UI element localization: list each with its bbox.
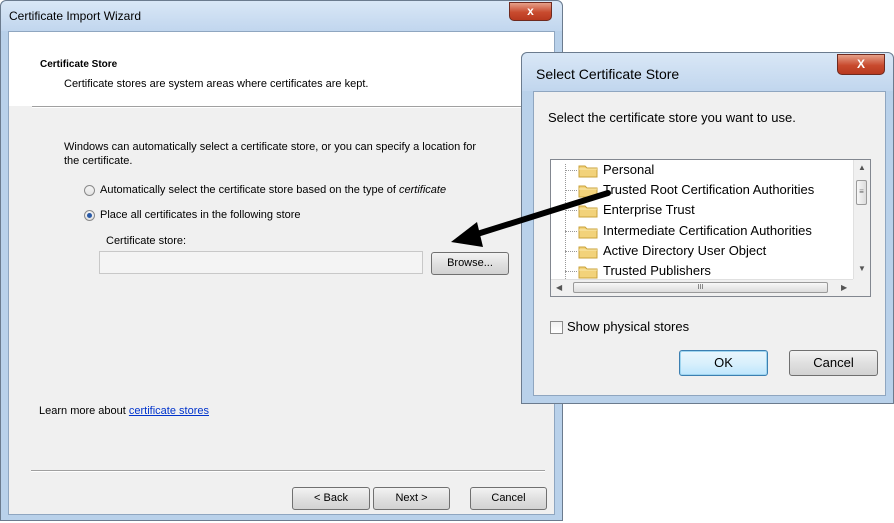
back-button[interactable]: < Back — [292, 487, 370, 510]
header-divider — [32, 106, 546, 108]
horizontal-scroll-thumb[interactable]: III — [573, 282, 828, 293]
folder-icon — [578, 185, 598, 198]
tree-item-label: Enterprise Trust — [603, 202, 695, 217]
radio-auto-select[interactable] — [84, 185, 95, 196]
show-physical-stores-checkbox[interactable] — [550, 321, 563, 334]
store-tree-view[interactable]: Personal Trusted Root Certification Auth… — [550, 159, 871, 297]
tree-item-enterprise-trust[interactable]: Enterprise Trust — [551, 200, 851, 221]
tree-item-label: Trusted Publishers — [603, 263, 711, 278]
radio-auto-select-label-italic: certificate — [399, 184, 447, 196]
dialog-title-bar[interactable]: Select Certificate Store X — [522, 53, 893, 91]
certificate-store-field[interactable] — [99, 251, 423, 274]
ok-button[interactable]: OK — [679, 350, 768, 376]
intro-text-line-1: Windows can automatically select a certi… — [64, 141, 477, 153]
dialog-cancel-button[interactable]: Cancel — [789, 350, 878, 376]
page-title: Certificate Store — [40, 59, 118, 70]
radio-place-all-label[interactable]: Place all certificates in the following … — [100, 209, 301, 221]
tree-item-label: Personal — [603, 162, 655, 177]
vertical-scroll-thumb[interactable]: ≡ — [856, 180, 867, 205]
dialog-close-button[interactable]: X — [837, 54, 885, 75]
wizard-title-bar[interactable]: Certificate Import Wizard x — [1, 1, 562, 31]
folder-icon — [578, 226, 598, 239]
next-button[interactable]: Next > — [373, 487, 450, 510]
certificate-import-wizard-window: Certificate Import Wizard x Certificate … — [0, 0, 563, 521]
vertical-scrollbar[interactable]: ▲ ≡ ▼ — [853, 160, 870, 279]
page-subtitle: Certificate stores are system areas wher… — [64, 78, 369, 90]
folder-icon — [578, 165, 598, 178]
scroll-up-icon[interactable]: ▲ — [858, 163, 866, 172]
tree-item-trusted-root[interactable]: Trusted Root Certification Authorities — [551, 180, 851, 201]
select-certificate-store-dialog: Select Certificate Store X Select the ce… — [521, 52, 894, 404]
scroll-left-icon[interactable]: ◀ — [556, 283, 562, 292]
close-icon: X — [856, 57, 865, 71]
tree-item-active-directory[interactable]: Active Directory User Object — [551, 241, 851, 262]
wizard-close-button[interactable]: x — [509, 2, 552, 21]
certificate-store-label: Certificate store: — [106, 235, 187, 247]
footer-divider — [31, 470, 545, 472]
wizard-title: Certificate Import Wizard — [9, 9, 142, 23]
tree-item-label: Active Directory User Object — [603, 243, 767, 258]
scroll-right-icon[interactable]: ▶ — [841, 283, 847, 292]
show-physical-stores-label[interactable]: Show physical stores — [567, 319, 689, 334]
certificate-stores-link[interactable]: certificate stores — [129, 405, 209, 417]
tree-item-label: Intermediate Certification Authorities — [603, 223, 812, 238]
dialog-prompt: Select the certificate store you want to… — [548, 110, 796, 125]
folder-icon — [578, 266, 598, 279]
tree-item-intermediate[interactable]: Intermediate Certification Authorities — [551, 221, 851, 242]
learn-more-text: Learn more about certificate stores — [39, 405, 209, 417]
folder-icon — [578, 246, 598, 259]
scroll-down-icon[interactable]: ▼ — [858, 264, 866, 273]
dialog-client-area: Select the certificate store you want to… — [533, 91, 886, 396]
scrollbar-corner — [853, 279, 870, 296]
horizontal-scrollbar[interactable]: ◀ III ▶ — [551, 279, 854, 296]
browse-button[interactable]: Browse... — [431, 252, 509, 275]
dialog-title: Select Certificate Store — [536, 66, 680, 82]
radio-auto-select-label[interactable]: Automatically select the certificate sto… — [100, 184, 446, 196]
tree-item-personal[interactable]: Personal — [551, 160, 851, 181]
intro-text-line-2: the certificate. — [64, 155, 133, 167]
close-icon: x — [527, 4, 534, 18]
radio-place-all[interactable] — [84, 210, 95, 221]
cancel-button[interactable]: Cancel — [470, 487, 547, 510]
tree-item-label: Trusted Root Certification Authorities — [603, 182, 815, 197]
folder-icon — [578, 205, 598, 218]
